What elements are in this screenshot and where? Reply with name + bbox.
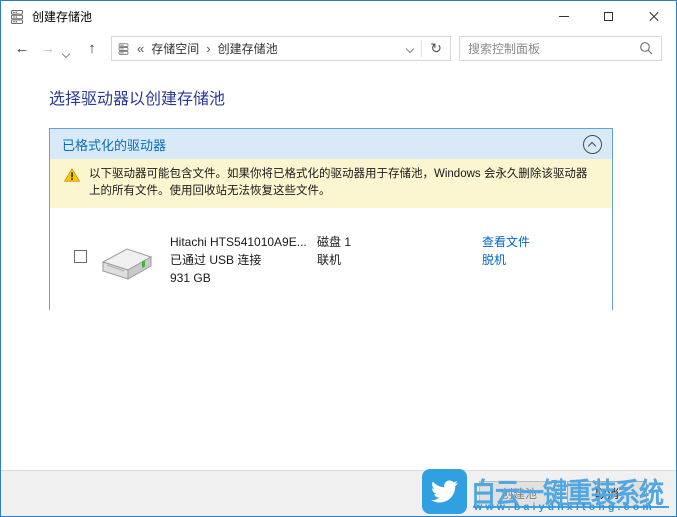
search-box <box>459 36 662 61</box>
chevron-up-icon <box>587 141 597 150</box>
back-button[interactable]: ← <box>11 36 33 61</box>
title-bar: 创建存储池 <box>1 1 676 32</box>
drive-checkbox[interactable] <box>74 250 87 263</box>
drive-actions-column: 查看文件 脱机 <box>482 233 530 269</box>
drive-row: Hitachi HTS541010A9E... 已通过 USB 连接 931 G… <box>50 208 612 312</box>
formatted-drives-header[interactable]: 已格式化的驱动器 <box>50 129 612 159</box>
external-drive-icon <box>97 239 157 294</box>
close-button[interactable] <box>631 1 676 32</box>
forward-button[interactable]: → <box>37 36 59 61</box>
warning-line-2: 上的所有文件。使用回收站无法恢复这些文件。 <box>89 185 331 197</box>
drive-connection: 已通过 USB 连接 <box>170 253 262 267</box>
warning-icon <box>63 168 81 200</box>
refresh-button[interactable]: ↻ <box>422 41 450 57</box>
disk-status-column: 磁盘 1 联机 <box>317 233 351 269</box>
maximize-icon <box>604 12 613 21</box>
formatted-drives-header-label: 已格式化的驱动器 <box>62 137 167 153</box>
address-dropdown-button[interactable] <box>399 37 421 60</box>
create-storage-pool-window: 创建存储池 ← → ↑ « 存储空间 › 创建存储池 ↻ 搜索控制面板 选择驱动… <box>0 0 677 517</box>
up-button[interactable]: ↑ <box>81 36 103 61</box>
breadcrumb-separator-icon: › <box>206 41 211 56</box>
cancel-button[interactable]: 取消 <box>567 481 647 507</box>
view-files-link[interactable]: 查看文件 <box>482 233 530 251</box>
formatted-drives-group: 已格式化的驱动器 以下驱动器可能包含文件。如果你将已格式化的驱动器用于存储池，W… <box>49 128 613 312</box>
breadcrumb-item-storage-spaces[interactable]: 存储空间 <box>151 40 199 57</box>
disk-label: 磁盘 1 <box>317 235 352 249</box>
drive-capacity: 931 GB <box>170 271 211 285</box>
navigation-bar: ← → ↑ « 存储空间 › 创建存储池 ↻ 搜索控制面板 <box>1 32 676 65</box>
history-dropdown-button[interactable] <box>61 44 71 62</box>
breadcrumb-controls: ↻ <box>399 37 450 60</box>
breadcrumb-root-ellipsis[interactable]: « <box>137 41 144 56</box>
drive-info-column: Hitachi HTS541010A9E... 已通过 USB 连接 931 G… <box>170 233 307 287</box>
breadcrumb-item-create-pool[interactable]: 创建存储池 <box>218 40 278 57</box>
breadcrumb[interactable]: « 存储空间 › 创建存储池 ↻ <box>111 36 451 61</box>
close-icon <box>648 11 660 23</box>
chevron-down-icon <box>406 44 415 53</box>
warning-line-1: 以下驱动器可能包含文件。如果你将已格式化的驱动器用于存储池，Windows 会永… <box>89 168 588 180</box>
disk-status: 联机 <box>317 253 342 267</box>
window-controls <box>541 1 676 32</box>
storage-breadcrumb-icon <box>117 42 130 56</box>
window-title: 创建存储池 <box>32 10 93 24</box>
minimize-icon <box>558 16 569 17</box>
search-input[interactable] <box>468 38 633 59</box>
take-offline-link[interactable]: 脱机 <box>482 251 530 269</box>
page-title: 选择驱动器以创建存储池 <box>49 91 226 108</box>
collapse-button[interactable] <box>583 134 602 154</box>
storage-pool-app-icon <box>9 9 25 25</box>
warning-bar: 以下驱动器可能包含文件。如果你将已格式化的驱动器用于存储池，Windows 会永… <box>50 159 612 208</box>
warning-text: 以下驱动器可能包含文件。如果你将已格式化的驱动器用于存储池，Windows 会永… <box>89 166 587 200</box>
minimize-button[interactable] <box>541 1 586 32</box>
footer-bar: 创建池 取消 <box>1 470 676 516</box>
create-pool-button[interactable]: 创建池 <box>479 481 559 507</box>
maximize-button[interactable] <box>586 1 631 32</box>
chevron-down-icon <box>61 49 71 59</box>
drive-name: Hitachi HTS541010A9E... <box>170 235 307 249</box>
search-icon[interactable] <box>639 41 654 61</box>
